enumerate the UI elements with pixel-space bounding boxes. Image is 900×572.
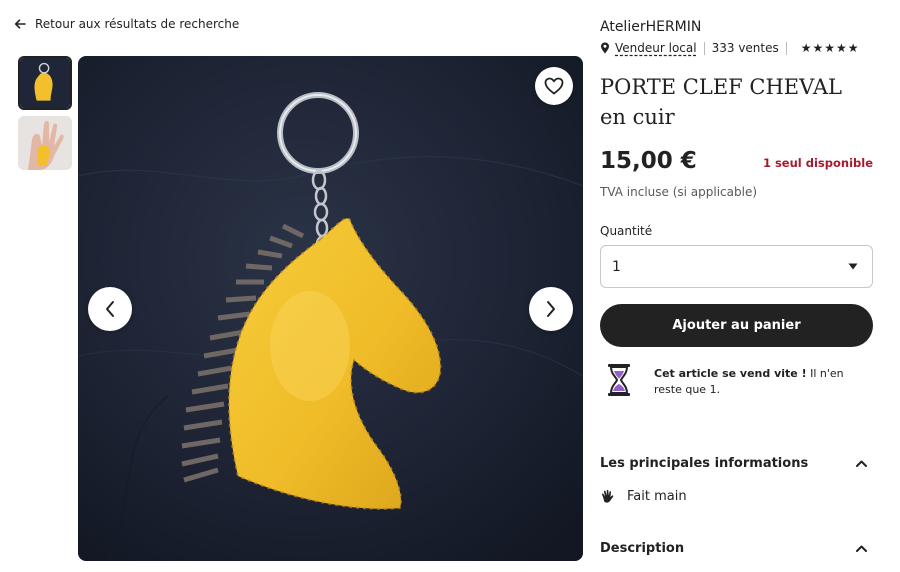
product-photo [78,56,583,561]
chevron-up-icon [856,545,867,552]
thumbnail-list [18,56,72,170]
divider [703,41,705,55]
previous-image-button[interactable] [88,287,132,331]
back-to-results-link[interactable]: Retour aux résultats de recherche [14,17,239,31]
thumbnail-hand[interactable] [18,116,72,170]
description-section-toggle[interactable]: Description [600,541,873,556]
add-to-cart-button[interactable]: Ajouter au panier [600,304,873,347]
chevron-up-icon [856,460,867,467]
quantity-select[interactable]: 1 [600,245,873,288]
thumbnail-hand-image [18,116,72,170]
divider [785,41,787,55]
rating-stars[interactable]: ★★★★★ [801,41,860,55]
thumbnail-main[interactable] [18,56,72,110]
thumbnail-main-image [20,58,70,108]
handmade-feature: Fait main [600,489,687,504]
selling-fast-text: Cet article se vend vite ! Il n'en reste… [654,363,873,398]
selling-fast-alert: Cet article se vend vite ! Il n'en reste… [600,363,873,398]
next-image-button[interactable] [529,287,573,331]
tax-note: TVA incluse (si applicable) [600,185,758,199]
handmade-label: Fait main [627,489,687,504]
caret-down-icon [848,263,858,270]
hand-wave-icon [601,489,614,503]
favorite-button[interactable] [535,67,573,105]
product-title: PORTE CLEF CHEVAL en cuir [600,75,842,129]
key-info-title: Les principales informations [600,456,809,471]
product-price: 15,00 € [600,148,697,174]
product-main-image[interactable] [78,56,583,561]
back-link-label: Retour aux résultats de recherche [35,17,240,31]
local-seller-link[interactable]: Vendeur local [615,41,697,55]
quantity-value: 1 [612,258,621,275]
arrow-left-icon [14,19,26,29]
hourglass-icon [608,364,630,396]
sales-count: 333 ventes [711,41,779,55]
quantity-label: Quantité [600,224,653,238]
shop-name-link[interactable]: AtelierHERMIN [600,19,701,35]
stock-notice: 1 seul disponible [762,156,873,170]
description-title: Description [600,541,685,556]
chevron-right-icon [547,301,555,317]
heart-icon [544,77,564,95]
key-info-section-toggle[interactable]: Les principales informations [600,456,873,471]
selling-fast-bold: Cet article se vend vite ! [654,367,807,380]
chevron-left-icon [106,301,114,317]
shop-meta: Vendeur local 333 ventes ★★★★★ [600,41,860,55]
location-pin-icon [601,42,609,54]
